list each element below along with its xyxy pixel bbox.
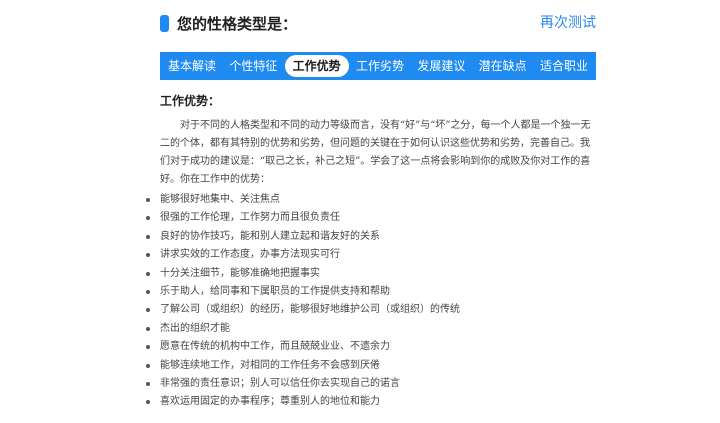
list-item-text: 能够很好地集中、关注焦点 [160, 194, 280, 205]
bullet-icon [146, 290, 150, 295]
list-item-text: 很强的工作伦理，工作努力而且很负责任 [160, 212, 340, 224]
bullet-icon [146, 326, 150, 331]
bullet-icon [146, 234, 150, 239]
bullet-icon [146, 198, 150, 202]
list-item: 良好的协作技巧，能和别人建立起和谐友好的关系 [146, 228, 596, 246]
list-item: 讲求实效的工作态度，办事方法现实可行 [146, 246, 596, 264]
bullet-icon [146, 216, 150, 221]
section-title: 工作优势： [160, 94, 221, 108]
list-item: 能够很好地集中、关注焦点 [146, 191, 596, 209]
retest-link[interactable]: 再次测试 [540, 12, 596, 32]
list-item: 十分关注细节，能够准确地把握事实 [146, 265, 596, 283]
bullet-icon [146, 253, 150, 258]
strengths-list: 能够很好地集中、关注焦点很强的工作伦理，工作努力而且很负责任良好的协作技巧，能和… [146, 191, 596, 412]
list-item: 很强的工作伦理，工作努力而且很负责任 [146, 209, 596, 227]
result-header: 您的性格类型是： 再次测试 [160, 12, 596, 36]
bullet-icon [146, 363, 150, 368]
bullet-icon [146, 400, 150, 405]
list-item-text: 愿意在传统的机构中工作，而且兢兢业业、不遗余力 [160, 341, 390, 353]
list-item-text: 良好的协作技巧，能和别人建立起和谐友好的关系 [160, 230, 380, 242]
list-item: 喜欢运用固定的办事程序；尊重别人的地位和能力 [146, 393, 596, 411]
page-title: 您的性格类型是： [177, 15, 298, 33]
tab-5[interactable]: 潜在缺点 [473, 55, 533, 77]
list-item: 乐于助人，给同事和下属职员的工作提供支持和帮助 [146, 283, 596, 301]
list-item-text: 能够连续地工作，对相同的工作任务不会感到厌倦 [160, 359, 380, 371]
list-item: 了解公司（或组织）的经历，能够很好地维护公司（或组织）的传统 [146, 301, 596, 319]
bullet-icon [146, 308, 150, 313]
bullet-icon [146, 382, 150, 387]
list-item-text: 杰出的组织才能 [160, 322, 230, 334]
list-item-text: 十分关注细节，能够准确地把握事实 [160, 267, 320, 279]
list-item-text: 讲求实效的工作态度，办事方法现实可行 [160, 249, 340, 261]
result-tabs: 基本解读 个性特征 工作优势 工作劣势 发展建议 潜在缺点 适合职业 [160, 52, 596, 80]
bullet-icon [146, 345, 150, 350]
tab-content: 工作优势： 对于不同的人格类型和不同的动力等级而言，没有“好”与“坏”之分，每一… [146, 92, 596, 412]
list-item: 杰出的组织才能 [146, 320, 596, 338]
list-item-text: 喜欢运用固定的办事程序；尊重别人的地位和能力 [160, 396, 380, 408]
tab-4[interactable]: 发展建议 [411, 55, 471, 77]
list-item: 能够连续地工作，对相同的工作任务不会感到厌倦 [146, 357, 596, 375]
title-accent-bar [160, 15, 169, 32]
list-item: 非常强的责任意识；别人可以信任你去实现自己的诺言 [146, 375, 596, 393]
tab-3[interactable]: 工作劣势 [350, 55, 410, 77]
list-item-text: 乐于助人，给同事和下属职员的工作提供支持和帮助 [160, 286, 390, 298]
list-item: 愿意在传统的机构中工作，而且兢兢业业、不遗余力 [146, 338, 596, 356]
tab-1[interactable]: 个性特征 [223, 55, 283, 77]
tab-6[interactable]: 适合职业 [534, 55, 594, 77]
list-item-text: 非常强的责任意识；别人可以信任你去实现自己的诺言 [160, 378, 400, 390]
list-item-text: 了解公司（或组织）的经历，能够很好地维护公司（或组织）的传统 [160, 304, 460, 316]
intro-paragraph: 对于不同的人格类型和不同的动力等级而言，没有“好”与“坏”之分，每一个人都是一个… [160, 120, 591, 185]
tab-0[interactable]: 基本解读 [162, 55, 222, 77]
tab-2[interactable]: 工作优势 [284, 55, 349, 77]
bullet-icon [146, 271, 150, 276]
